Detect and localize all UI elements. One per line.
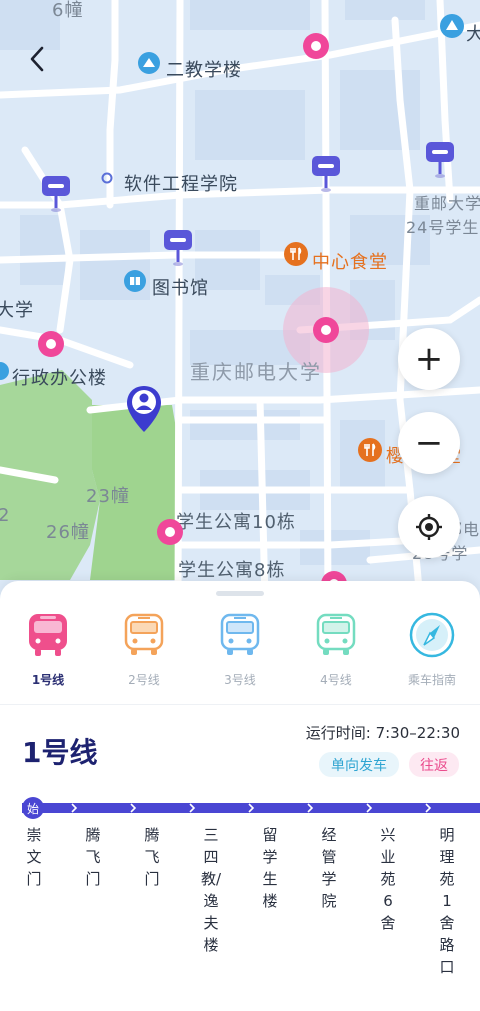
tab-line-1[interactable]: 1号线 xyxy=(0,611,96,701)
route-stop-1[interactable]: 崇文门 xyxy=(22,824,46,890)
sheet-drag-handle[interactable] xyxy=(216,591,264,596)
map-label-building-26: 26幢 xyxy=(46,522,90,543)
route-stop-2[interactable]: 腾飞门 xyxy=(81,824,105,890)
back-button[interactable] xyxy=(22,44,52,74)
tab-label: 4号线 xyxy=(320,673,352,687)
route-stop-3[interactable]: 腾飞门 xyxy=(140,824,164,890)
pink-point-marker-2[interactable] xyxy=(37,330,65,358)
plus-icon: + xyxy=(414,339,444,379)
campus-map[interactable]: 6幢 二教学楼 软件工程学院 图书馆 重邮大学 24号学生 中心食堂 大学 行政… xyxy=(0,0,480,600)
map-label-edge-xue: 大学 xyxy=(0,300,34,321)
line-title: 1号线 xyxy=(22,736,98,769)
bus-icon-line-4 xyxy=(312,611,360,659)
route-stop-5[interactable]: 留学生楼 xyxy=(258,824,282,912)
map-label-admin-building: 行政办公楼 xyxy=(12,368,107,389)
school-icon xyxy=(138,52,160,74)
zoom-in-button[interactable]: + xyxy=(398,328,460,390)
route-stop-8[interactable]: 明理苑1舍路口 xyxy=(435,824,459,978)
divider xyxy=(0,704,480,705)
bus-stop-marker-3[interactable] xyxy=(310,154,342,194)
map-label-edge-top-right: 大 xyxy=(466,24,480,45)
line-tabs: 1号线 2号线 3号线 4号线 乘车指南 xyxy=(0,611,480,701)
pink-point-marker-4[interactable] xyxy=(156,518,184,546)
map-label-building-6: 6幢 xyxy=(52,0,84,21)
map-label-canteen-center: 中心食堂 xyxy=(312,252,388,273)
bus-icon-line-1 xyxy=(24,611,72,659)
map-label-dorm24-line1: 重邮大学 xyxy=(414,194,480,213)
map-label-edge-2: 2 xyxy=(0,505,11,526)
locate-button[interactable] xyxy=(398,496,460,558)
zoom-out-button[interactable]: − xyxy=(398,412,460,474)
bus-stop-marker-1[interactable] xyxy=(40,174,72,214)
map-label-university: 重庆邮电大学 xyxy=(190,360,322,384)
route-stop-6[interactable]: 经管学院 xyxy=(317,824,341,912)
bottom-sheet: 1号线 2号线 3号线 4号线 乘车指南 1号线 运行时间: 7:30–22:3… xyxy=(0,581,480,1011)
tab-label: 2号线 xyxy=(128,673,160,687)
bus-icon-line-2 xyxy=(120,611,168,659)
single-direction-badge: 单向发车 xyxy=(319,752,399,777)
chevron-left-icon xyxy=(30,46,44,72)
tab-line-2[interactable]: 2号线 xyxy=(96,611,192,701)
pink-point-marker-3[interactable] xyxy=(312,316,340,344)
map-label-building-23: 23幢 xyxy=(86,486,130,507)
map-label-teaching-2: 二教学楼 xyxy=(166,60,242,81)
bus-icon-line-3 xyxy=(216,611,264,659)
tab-label: 乘车指南 xyxy=(407,673,456,687)
poi-dot-icon xyxy=(101,172,113,184)
pink-point-marker-1[interactable] xyxy=(302,32,330,60)
start-marker: 始 xyxy=(22,797,44,819)
tab-label: 3号线 xyxy=(224,673,256,687)
tab-label: 1号线 xyxy=(31,673,65,687)
map-label-software-college: 软件工程学院 xyxy=(124,174,238,195)
school-icon-2 xyxy=(440,14,464,38)
locate-icon xyxy=(416,514,442,540)
route-stop-7[interactable]: 兴业苑6舍 xyxy=(376,824,400,934)
map-label-library: 图书馆 xyxy=(152,278,209,299)
bus-stop-marker-2[interactable] xyxy=(162,228,194,268)
admin-icon xyxy=(0,362,9,380)
runtime-text: 运行时间: 7:30–22:30 xyxy=(305,724,460,742)
user-location-icon xyxy=(127,386,161,432)
compass-icon xyxy=(408,611,456,659)
tab-guide[interactable]: 乘车指南 xyxy=(384,611,480,701)
restaurant-icon-2 xyxy=(358,438,382,462)
map-label-dorm-10: 学生公寓10栋 xyxy=(176,512,296,533)
map-label-dorm24-line2: 24号学生 xyxy=(406,218,480,237)
route-progress-bar xyxy=(22,803,480,813)
map-label-dorm-8: 学生公寓8栋 xyxy=(178,560,286,581)
minus-icon: − xyxy=(414,423,444,463)
library-icon xyxy=(124,270,146,292)
tab-line-3[interactable]: 3号线 xyxy=(192,611,288,701)
round-trip-badge: 往返 xyxy=(409,752,459,777)
route-stop-4[interactable]: 三四教/逸夫楼 xyxy=(199,824,223,956)
tab-line-4[interactable]: 4号线 xyxy=(288,611,384,701)
bus-stop-marker-4[interactable] xyxy=(424,140,456,180)
restaurant-icon xyxy=(284,242,308,266)
